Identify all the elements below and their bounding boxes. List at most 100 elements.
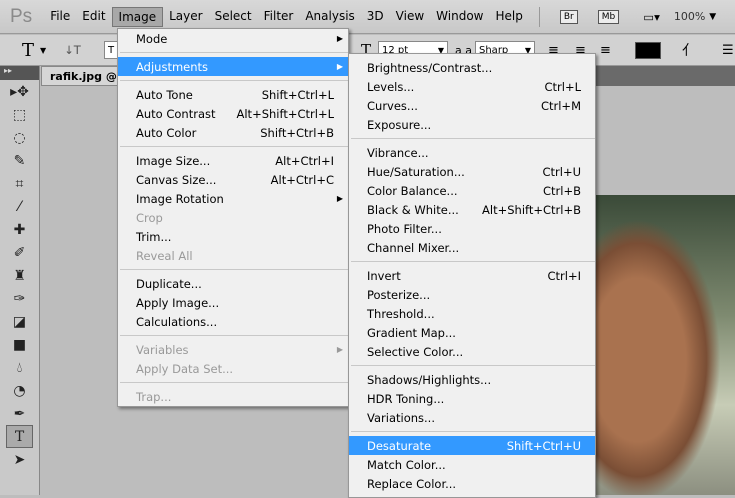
mini-bridge-button[interactable]: Mb: [597, 9, 620, 24]
menu-item-label: Variations...: [367, 410, 435, 425]
menu-image[interactable]: Image: [111, 6, 164, 27]
menu-3d[interactable]: 3D: [361, 7, 390, 27]
zoom-level[interactable]: 100%: [674, 10, 705, 23]
menu-item-desaturate[interactable]: Desaturate Shift+Ctrl+U: [349, 436, 595, 455]
menu-item-label: Levels...: [367, 79, 415, 94]
menu-filter[interactable]: Filter: [258, 7, 300, 27]
marquee-tool-icon[interactable]: ⬚: [0, 103, 39, 126]
menu-separator: [118, 142, 348, 151]
menu-view[interactable]: View: [390, 7, 430, 27]
menu-select[interactable]: Select: [209, 7, 258, 27]
shortcut-label: Ctrl+M: [540, 98, 581, 113]
menu-item-label: Image Size...: [136, 153, 211, 168]
menu-item-hdr-toning[interactable]: HDR Toning...: [349, 389, 595, 408]
menu-item-mode[interactable]: Mode ▶: [118, 29, 348, 48]
menu-item-color-balance[interactable]: Color Balance... Ctrl+B: [349, 181, 595, 200]
menu-item-levels[interactable]: Levels... Ctrl+L: [349, 77, 595, 96]
font-family-field[interactable]: T: [104, 41, 118, 59]
menu-item-replace-color[interactable]: Replace Color...: [349, 474, 595, 493]
menu-window[interactable]: Window: [430, 7, 489, 27]
menu-separator: [118, 76, 348, 85]
type-tool-icon[interactable]: T: [6, 425, 33, 448]
menu-edit[interactable]: Edit: [76, 7, 111, 27]
menu-layer[interactable]: Layer: [163, 7, 208, 27]
menu-item-label: Exposure...: [367, 117, 432, 132]
menu-item-label: Duplicate...: [136, 276, 202, 291]
brush-tool-icon[interactable]: ✐: [0, 241, 39, 264]
lasso-tool-icon[interactable]: ◌: [0, 126, 39, 149]
panels-icon[interactable]: ☰: [722, 43, 734, 58]
menu-item-trim[interactable]: Trim...: [118, 227, 348, 246]
menu-item-image-rotation[interactable]: Image Rotation ▶: [118, 189, 348, 208]
menu-item-variations[interactable]: Variations...: [349, 408, 595, 427]
menu-item-hue-saturation[interactable]: Hue/Saturation... Ctrl+U: [349, 162, 595, 181]
menu-item-auto-tone[interactable]: Auto Tone Shift+Ctrl+L: [118, 85, 348, 104]
menu-analysis[interactable]: Analysis: [299, 7, 360, 27]
menu-item-label: Color Balance...: [367, 183, 458, 198]
gradient-tool-icon[interactable]: ■: [0, 333, 39, 356]
type-tool-icon[interactable]: T: [22, 40, 34, 61]
menu-item-curves[interactable]: Curves... Ctrl+M: [349, 96, 595, 115]
screen-mode-icon[interactable]: ▭▾: [643, 10, 660, 24]
menu-item-brightness-contrast[interactable]: Brightness/Contrast...: [349, 58, 595, 77]
menu-item-selective-color[interactable]: Selective Color...: [349, 342, 595, 361]
eraser-tool-icon[interactable]: ◪: [0, 310, 39, 333]
menu-item-duplicate[interactable]: Duplicate...: [118, 274, 348, 293]
clone-stamp-icon[interactable]: ♜: [0, 264, 39, 287]
dodge-tool-icon[interactable]: ◔: [0, 379, 39, 402]
menu-item-calculations[interactable]: Calculations...: [118, 312, 348, 331]
bridge-button[interactable]: Br: [559, 9, 578, 24]
menu-item-label: Photo Filter...: [367, 221, 442, 236]
menu-item-gradient-map[interactable]: Gradient Map...: [349, 323, 595, 342]
menu-item-label: Match Color...: [367, 457, 446, 472]
menu-item-posterize[interactable]: Posterize...: [349, 285, 595, 304]
menu-item-match-color[interactable]: Match Color...: [349, 455, 595, 474]
menu-item-exposure[interactable]: Exposure...: [349, 115, 595, 134]
menu-item-image-size[interactable]: Image Size... Alt+Ctrl+I: [118, 151, 348, 170]
blur-tool-icon[interactable]: 💧︎: [0, 356, 39, 379]
chevron-down-icon[interactable]: ▼: [40, 46, 46, 55]
menu-item-label: Posterize...: [367, 287, 431, 302]
shortcut-label: Alt+Ctrl+C: [270, 172, 334, 187]
menu-item-threshold[interactable]: Threshold...: [349, 304, 595, 323]
path-selection-icon[interactable]: ➤: [0, 448, 39, 471]
menu-item-auto-contrast[interactable]: Auto Contrast Alt+Shift+Ctrl+L: [118, 104, 348, 123]
menu-help[interactable]: Help: [489, 7, 528, 27]
adjustments-submenu: Brightness/Contrast... Levels... Ctrl+L Cur…: [348, 53, 596, 498]
text-color-swatch[interactable]: [635, 41, 661, 59]
menu-file[interactable]: File: [44, 7, 76, 27]
eyedropper-tool-icon[interactable]: ⁄: [0, 195, 39, 218]
menu-item-adjustments[interactable]: Adjustments ▶: [118, 57, 348, 76]
submenu-arrow-icon: ▶: [336, 345, 343, 354]
menu-item-canvas-size[interactable]: Canvas Size... Alt+Ctrl+C: [118, 170, 348, 189]
healing-brush-icon[interactable]: ✚: [0, 218, 39, 241]
menu-item-shadows-highlights[interactable]: Shadows/Highlights...: [349, 370, 595, 389]
crop-tool-icon[interactable]: ⌗: [0, 172, 39, 195]
text-orientation-icon[interactable]: ↓T: [64, 43, 81, 57]
move-tool-icon[interactable]: ▸✥: [0, 80, 39, 103]
history-brush-icon[interactable]: ✑: [0, 287, 39, 310]
menu-item-label: Variables: [136, 342, 189, 357]
quick-selection-tool-icon[interactable]: ✎: [0, 149, 39, 172]
menu-item-trap: Trap...: [118, 387, 348, 406]
menu-item-label: Reveal All: [136, 248, 193, 263]
align-right-icon[interactable]: ≡: [600, 43, 611, 58]
menu-item-apply-image[interactable]: Apply Image...: [118, 293, 348, 312]
shortcut-label: Ctrl+B: [543, 183, 581, 198]
menu-item-vibrance[interactable]: Vibrance...: [349, 143, 595, 162]
menu-item-label: Trim...: [136, 229, 172, 244]
panel-collapse-icon[interactable]: ▸▸: [0, 66, 39, 80]
menu-item-photo-filter[interactable]: Photo Filter...: [349, 219, 595, 238]
warp-text-icon[interactable]: ⺅: [682, 40, 696, 60]
menu-item-crop: Crop: [118, 208, 348, 227]
menu-item-auto-color[interactable]: Auto Color Shift+Ctrl+B: [118, 123, 348, 142]
menu-item-apply-data-set: Apply Data Set...: [118, 359, 348, 378]
pen-tool-icon[interactable]: ✒: [0, 402, 39, 425]
menu-item-channel-mixer[interactable]: Channel Mixer...: [349, 238, 595, 257]
chevron-down-icon[interactable]: ▼: [709, 12, 716, 22]
menu-item-invert[interactable]: Invert Ctrl+I: [349, 266, 595, 285]
photoshop-logo: Ps: [10, 5, 33, 27]
menu-item-black-white[interactable]: Black & White... Alt+Shift+Ctrl+B: [349, 200, 595, 219]
menu-separator: [349, 134, 595, 143]
menu-item-label: Black & White...: [367, 202, 459, 217]
